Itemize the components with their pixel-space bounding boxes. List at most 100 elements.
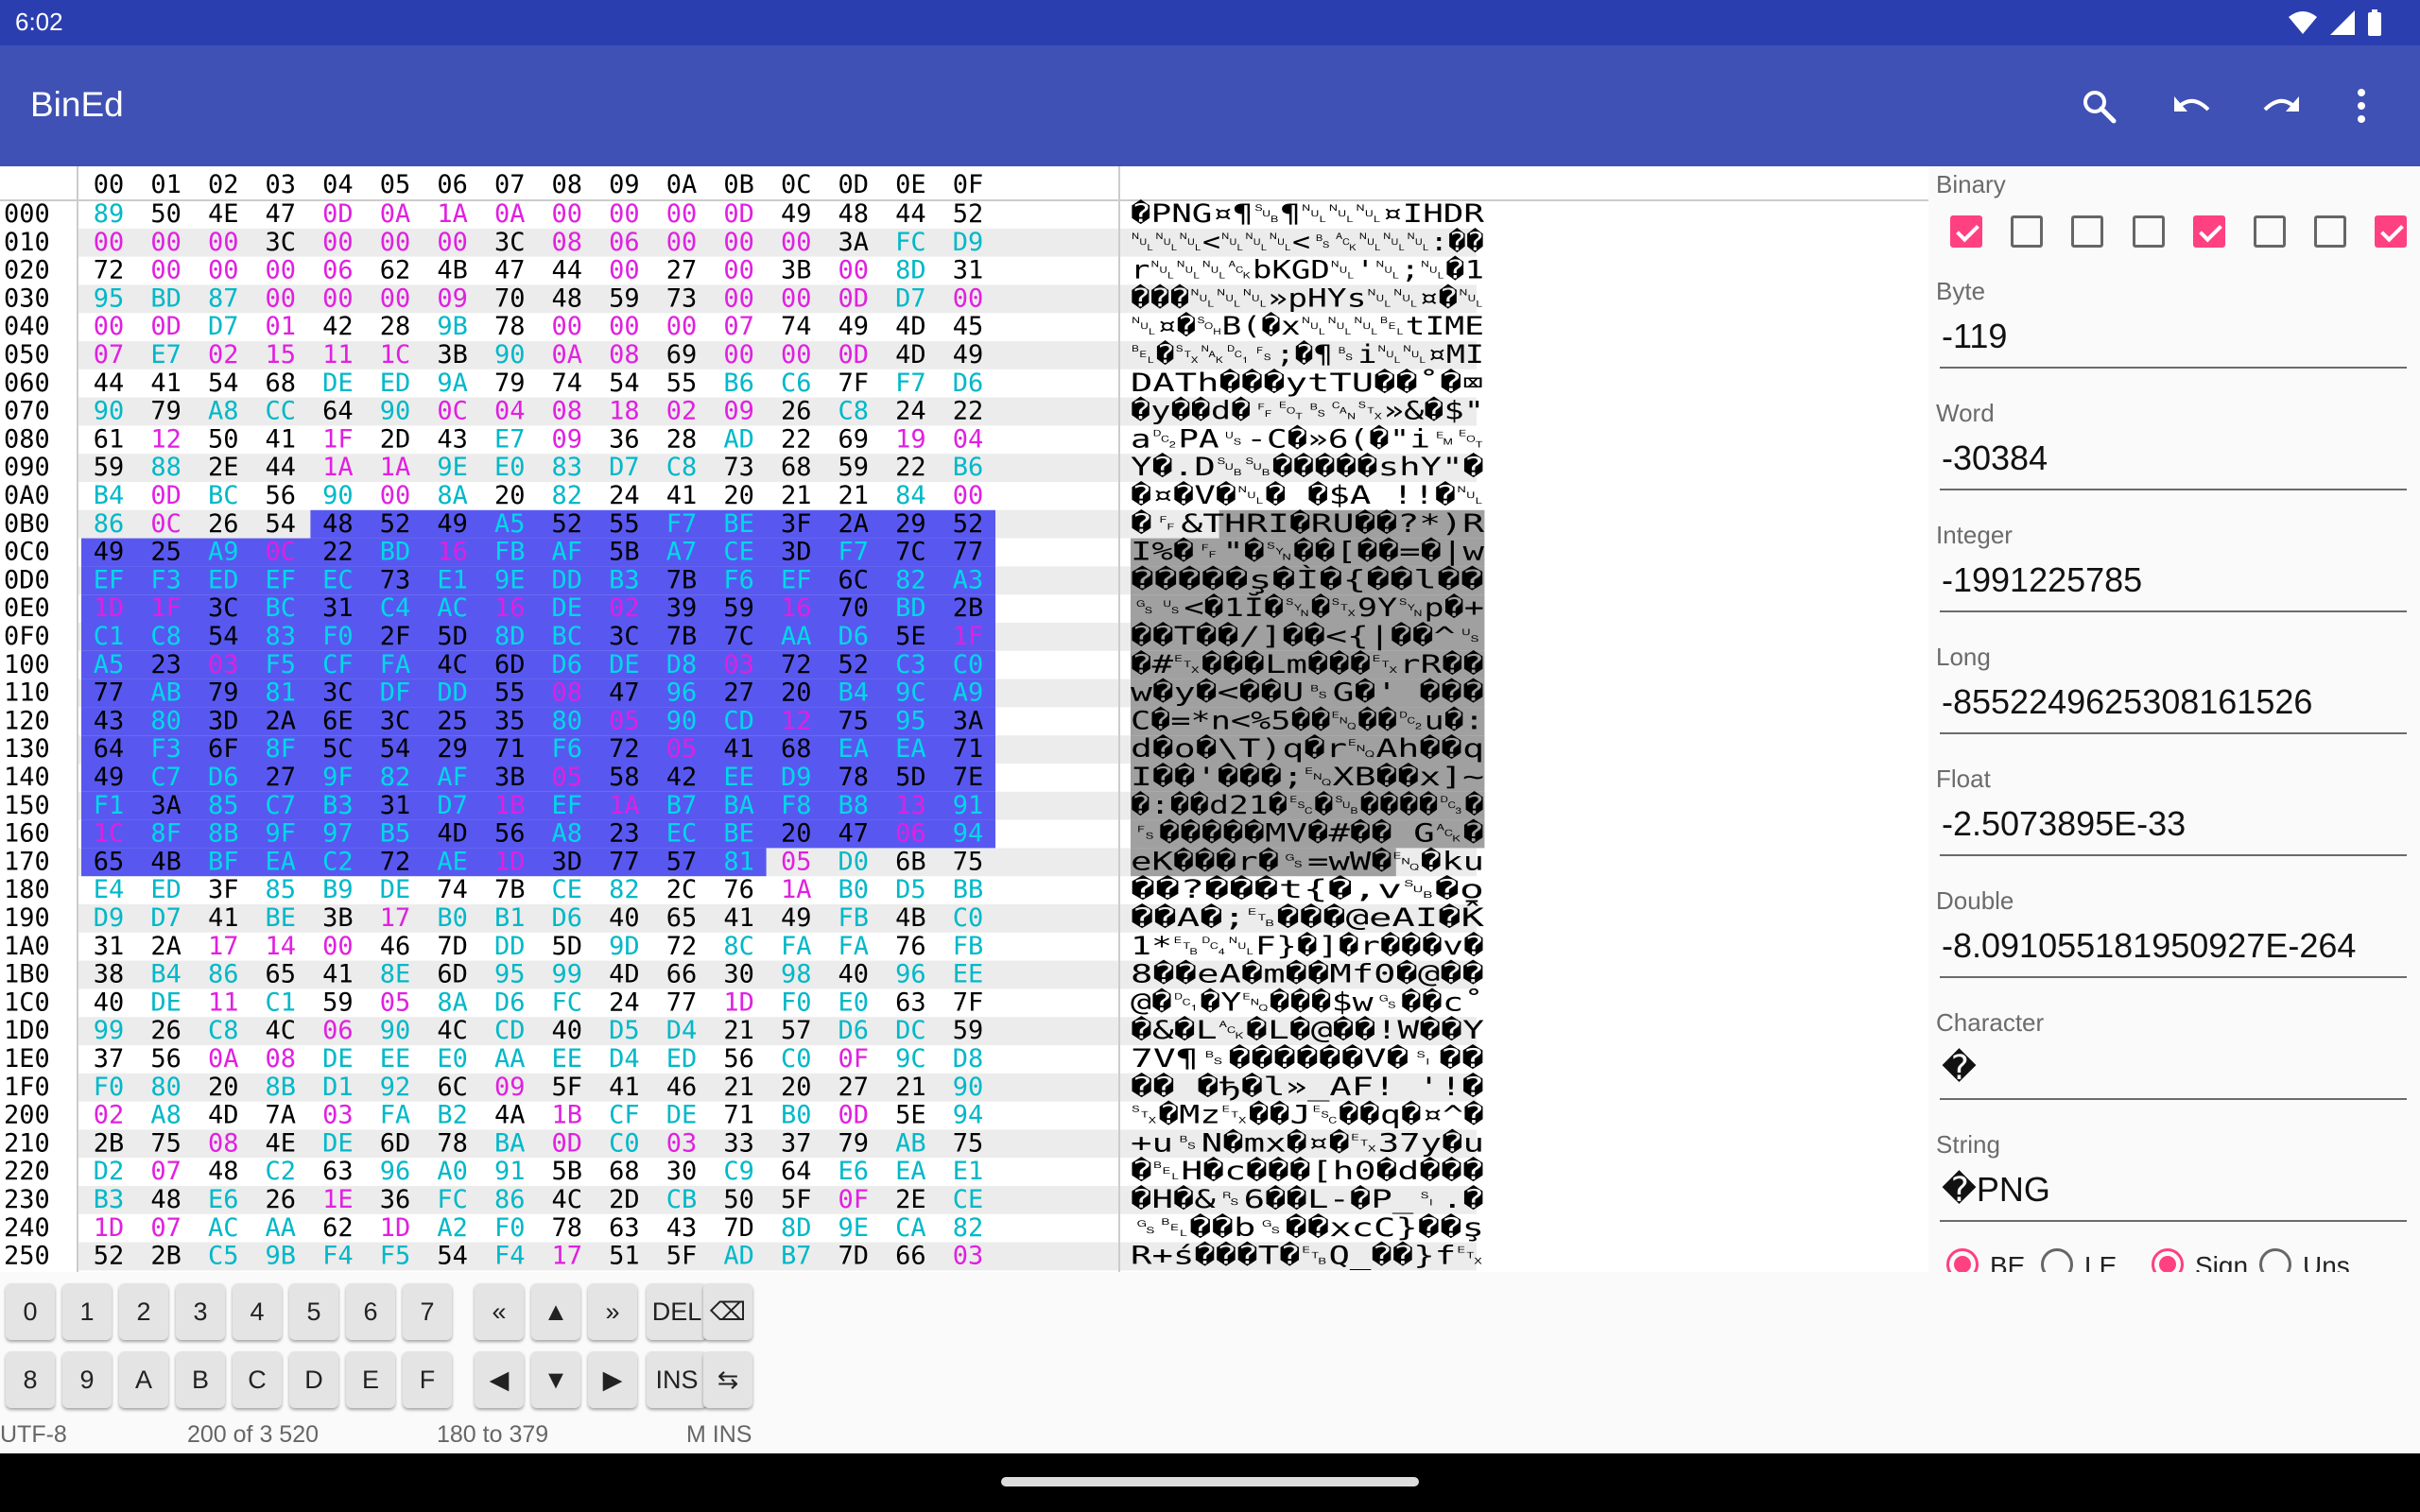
string-field[interactable]: �PNG <box>1942 1170 2405 1210</box>
edit-mode-status[interactable]: M INS <box>686 1421 752 1449</box>
binary-bit-checkbox[interactable] <box>2132 215 2165 248</box>
hex-byte: 9C <box>895 679 926 708</box>
hex-byte: B7 <box>666 791 698 820</box>
hex-byte: 11 <box>322 340 354 369</box>
hex-byte: 08 <box>552 228 583 257</box>
arrow-left-key[interactable]: ◀ <box>475 1351 524 1408</box>
hex-key-d[interactable]: D <box>289 1351 338 1408</box>
backspace-key[interactable]: ⌫ <box>703 1283 752 1340</box>
hex-byte: 76 <box>895 932 926 961</box>
hex-byte: B5 <box>380 819 411 849</box>
character-field[interactable]: � <box>1942 1048 2405 1088</box>
more-options-button[interactable] <box>2333 77 2390 134</box>
hex-key-4[interactable]: 4 <box>233 1283 282 1340</box>
double-field[interactable]: -8.091055181950927E-264 <box>1942 926 2405 966</box>
word-field[interactable]: -30384 <box>1942 438 2405 478</box>
be-radio[interactable] <box>1946 1248 1979 1272</box>
hex-byte: 22 <box>322 538 354 567</box>
hex-byte: 8D <box>895 256 926 285</box>
arrow-right-key[interactable]: ▶ <box>588 1351 637 1408</box>
hex-byte: 21 <box>781 481 812 510</box>
arrow-down-key[interactable]: ▼ <box>531 1351 580 1408</box>
row-address: 060 <box>4 369 50 398</box>
tab-key[interactable]: ⇆ <box>703 1351 752 1408</box>
uns-radio[interactable] <box>2259 1248 2291 1272</box>
hex-byte: FA <box>380 650 411 679</box>
long-label: Long <box>1936 643 1991 671</box>
cursor-position-status[interactable]: 200 of 3 520 <box>187 1421 319 1449</box>
hex-byte: 52 <box>380 509 411 539</box>
selection-range-status[interactable]: 180 to 379 <box>437 1421 548 1449</box>
float-field[interactable]: -2.5073895E-33 <box>1942 804 2405 844</box>
binary-bit-checkbox[interactable] <box>2254 215 2286 248</box>
hex-byte: 82 <box>380 763 411 792</box>
hex-key-1[interactable]: 1 <box>62 1283 112 1340</box>
encoding-status[interactable]: UTF-8 <box>0 1421 67 1449</box>
hex-byte: 00 <box>266 256 297 285</box>
hex-byte: D6 <box>953 369 984 398</box>
search-button[interactable] <box>2070 77 2127 134</box>
insert-key[interactable]: INS <box>647 1351 707 1408</box>
hex-key-2[interactable]: 2 <box>119 1283 168 1340</box>
binary-bit-checkbox[interactable] <box>2375 215 2408 248</box>
binary-bit-checkbox[interactable] <box>2314 215 2347 248</box>
byte-field[interactable]: -119 <box>1942 317 2405 356</box>
hex-byte: 68 <box>266 369 297 398</box>
hex-byte: 4C <box>437 1016 468 1045</box>
hex-byte: 4C <box>552 1185 583 1214</box>
long-field[interactable]: -8552249625308161526 <box>1942 682 2405 722</box>
hex-key-f[interactable]: F <box>403 1351 452 1408</box>
hex-byte: 00 <box>723 228 754 257</box>
hex-byte: ED <box>380 369 411 398</box>
binary-bit-checkbox[interactable] <box>2011 215 2044 248</box>
integer-field[interactable]: -1991225785 <box>1942 560 2405 600</box>
binary-bit-checkbox[interactable] <box>2192 215 2225 248</box>
hex-byte: D7 <box>609 453 640 482</box>
hex-byte: 29 <box>437 734 468 764</box>
hex-byte: 79 <box>208 679 239 708</box>
hex-key-e[interactable]: E <box>346 1351 395 1408</box>
hex-byte: 00 <box>94 312 125 341</box>
hex-key-c[interactable]: C <box>233 1351 282 1408</box>
hex-byte: 06 <box>322 256 354 285</box>
hex-key-8[interactable]: 8 <box>6 1351 55 1408</box>
hex-byte: A8 <box>208 397 239 426</box>
hex-key-5[interactable]: 5 <box>289 1283 338 1340</box>
hex-byte: 59 <box>322 988 354 1017</box>
hex-byte: 5E <box>895 622 926 651</box>
hex-key-3[interactable]: 3 <box>176 1283 225 1340</box>
hex-byte: 3A <box>953 706 984 735</box>
hex-key-b[interactable]: B <box>176 1351 225 1408</box>
app-bar: BinEd <box>0 45 2420 166</box>
hex-byte: 3C <box>494 228 526 257</box>
hex-byte: 1A <box>322 453 354 482</box>
hex-byte: 82 <box>895 565 926 594</box>
arrow-up-key[interactable]: ▲ <box>531 1283 580 1340</box>
hex-editor-view[interactable]: 00 01 02 03 04 05 06 07 08 09 0A 0B 0C 0D 0E 0F 000 89 50 4… <box>0 166 1928 1272</box>
hex-byte: C5 <box>208 1242 239 1271</box>
hex-key-9[interactable]: 9 <box>62 1351 112 1408</box>
undo-button[interactable] <box>2163 77 2220 134</box>
binary-bit-checkbox[interactable] <box>1950 215 1982 248</box>
hex-byte: 81 <box>266 679 297 708</box>
hex-key-7[interactable]: 7 <box>403 1283 452 1340</box>
hex-byte: D7 <box>150 903 182 933</box>
binary-bit-checkbox[interactable] <box>2071 215 2104 248</box>
redo-button[interactable] <box>2254 77 2310 134</box>
hex-key-0[interactable]: 0 <box>6 1283 55 1340</box>
hex-byte: 96 <box>895 960 926 989</box>
page-right-key[interactable]: » <box>588 1283 637 1340</box>
hex-byte: 30 <box>666 1157 698 1186</box>
wifi-icon <box>2289 11 2317 34</box>
hex-key-a[interactable]: A <box>119 1351 168 1408</box>
hex-byte: 78 <box>552 1213 583 1243</box>
sign-radio[interactable] <box>2152 1248 2184 1272</box>
page-left-key[interactable]: « <box>475 1283 524 1340</box>
hex-grid[interactable]: 00 01 02 03 04 05 06 07 08 09 0A 0B 0C 0D 0E 0F000 89 50 4… <box>0 166 1928 1272</box>
le-radio[interactable] <box>2041 1248 2073 1272</box>
hex-byte: A2 <box>437 1213 468 1243</box>
home-gesture-handle[interactable] <box>1001 1477 1419 1486</box>
delete-key[interactable]: DEL <box>647 1283 707 1340</box>
hex-key-6[interactable]: 6 <box>346 1283 395 1340</box>
hex-byte: 20 <box>494 481 526 510</box>
